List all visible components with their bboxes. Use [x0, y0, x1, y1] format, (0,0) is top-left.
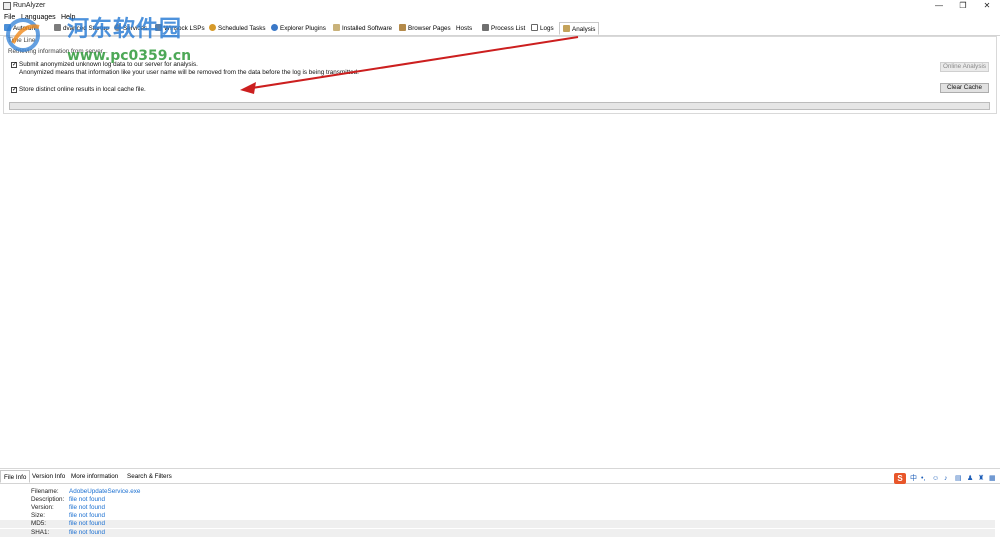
info-row-version: Version: file not found	[0, 504, 995, 512]
sha1-value: file not found	[69, 529, 106, 536]
size-key: Size:	[31, 512, 45, 519]
ime-lang-toggle[interactable]: 中	[910, 474, 917, 484]
watermark-cn-text: 河东软件园	[67, 17, 183, 42]
description-key: Description:	[31, 496, 65, 503]
info-row-filename: Filename: AdobeUpdateService.exe	[0, 488, 995, 496]
tab-file-info[interactable]: File Info	[0, 470, 31, 483]
microphone-icon[interactable]: ♪	[944, 474, 948, 484]
smile-icon[interactable]: ☺	[932, 474, 939, 484]
user-icon[interactable]: ♟	[967, 474, 973, 484]
bottom-tab-bar: File Info Version Info More information …	[0, 470, 1000, 484]
md5-key: MD5:	[31, 520, 47, 527]
shirt-icon[interactable]: ♜	[978, 474, 984, 484]
tab-more-information[interactable]: More information	[71, 472, 118, 482]
info-row-md5: MD5: file not found	[0, 520, 995, 528]
file-info-panel: Filename: AdobeUpdateService.exe Descrip…	[0, 484, 1000, 541]
filename-key: Filename:	[31, 488, 59, 495]
md5-value: file not found	[69, 520, 106, 527]
sha1-key: SHA1:	[31, 529, 50, 536]
info-row-sha1: SHA1: file not found	[0, 529, 995, 537]
filename-value[interactable]: AdobeUpdateService.exe	[69, 488, 140, 496]
tab-search-filters[interactable]: Search & Filters	[127, 472, 172, 482]
grid-icon[interactable]: ▦	[989, 474, 996, 484]
ime-logo-icon[interactable]: S	[894, 473, 906, 484]
arrow-shaft	[251, 36, 579, 89]
version-value: file not found	[69, 504, 106, 511]
ime-punct-toggle[interactable]: •,	[921, 474, 925, 484]
results-area	[0, 115, 1000, 469]
info-row-size: Size: file not found	[0, 512, 995, 520]
watermark-logo	[6, 18, 40, 52]
size-value: file not found	[69, 512, 106, 519]
tab-version-info[interactable]: Version Info	[32, 472, 65, 482]
version-key: Version:	[31, 504, 54, 511]
arrow-head	[240, 82, 256, 94]
keyboard-icon[interactable]: ▤	[955, 474, 962, 484]
description-value: file not found	[69, 496, 106, 503]
watermark-url-text: www.pc0359.cn	[67, 48, 192, 64]
info-row-description: Description: file not found	[0, 496, 995, 504]
